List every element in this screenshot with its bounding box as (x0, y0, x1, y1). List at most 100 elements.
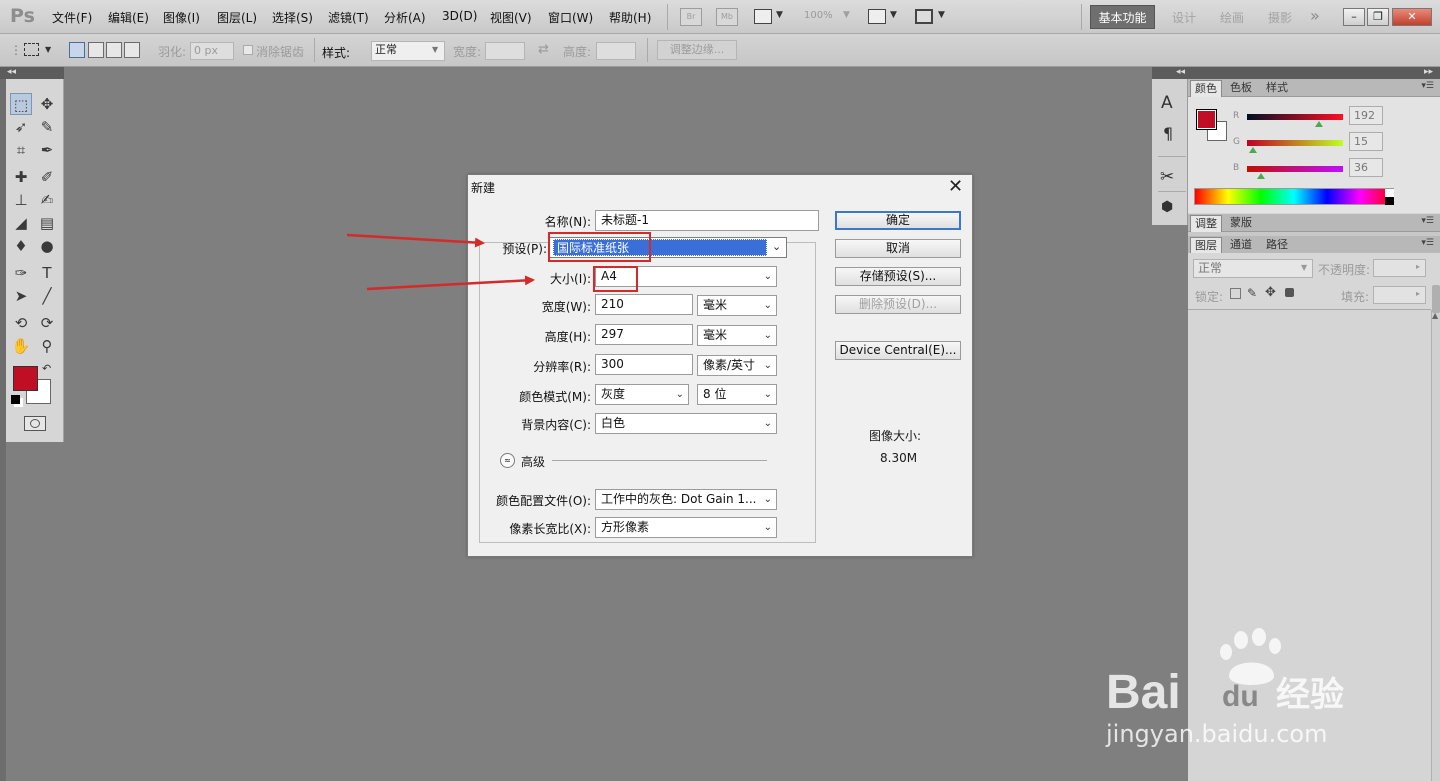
blur-tool-icon[interactable]: ♦ (10, 235, 32, 257)
zoom-tool-icon[interactable]: ⚲ (36, 335, 58, 357)
rect-marquee-tool-icon[interactable]: ⬚ (10, 93, 32, 115)
menu-3d[interactable]: 3D(D) (442, 9, 477, 23)
tab-masks[interactable]: 蒙版 (1226, 215, 1256, 232)
background-select[interactable]: 白色 ⌄ (595, 413, 777, 434)
bit-depth-select[interactable]: 8 位 ⌄ (697, 384, 777, 405)
add-to-selection-icon[interactable] (88, 42, 104, 58)
tab-swatches[interactable]: 色板 (1226, 80, 1256, 97)
height-input[interactable] (596, 42, 636, 60)
menu-analysis[interactable]: 分析(A) (384, 9, 426, 26)
device-central-button[interactable]: Device Central(E)... (835, 341, 961, 360)
close-icon[interactable]: ✕ (948, 176, 963, 197)
arrange-documents-icon[interactable] (868, 9, 886, 24)
bridge-icon[interactable]: Br (680, 8, 702, 26)
color-fg-swatch[interactable] (1196, 109, 1217, 130)
path-select-tool-icon[interactable]: ➤ (10, 285, 32, 307)
blend-mode-select[interactable]: 正常 (1193, 259, 1313, 278)
workspace-design[interactable]: 设计 (1172, 9, 1196, 26)
delete-preset-button[interactable]: 删除预设(D)... (835, 295, 961, 314)
layers-scrollbar[interactable] (1431, 310, 1440, 781)
view-extras-icon[interactable] (754, 9, 772, 24)
ok-button[interactable]: 确定 (835, 211, 961, 230)
color-profile-select[interactable]: 工作中的灰色: Dot Gain 1... ⌄ (595, 489, 777, 510)
g-slider-thumb[interactable] (1248, 147, 1257, 153)
3d-orbit-tool-icon[interactable]: ⟳ (36, 312, 58, 334)
panel-menu-icon[interactable]: ▾☰ (1421, 81, 1434, 91)
scroll-thumb[interactable] (1432, 285, 1440, 313)
chevron-down-icon[interactable]: ▼ (1301, 263, 1307, 272)
tab-adjustments[interactable]: 调整 (1190, 215, 1222, 232)
lock-transparent-icon[interactable] (1230, 288, 1241, 299)
history-brush-tool-icon[interactable]: ✍ (36, 189, 58, 211)
spectrum-black-chip[interactable] (1385, 197, 1394, 205)
chevron-right-icon[interactable]: ▸ (1416, 262, 1420, 271)
menu-window[interactable]: 窗口(W) (548, 9, 593, 26)
more-workspaces-icon[interactable]: » (1310, 6, 1320, 25)
cancel-button[interactable]: 取消 (835, 239, 961, 258)
r-value-field[interactable]: 192 (1349, 106, 1383, 125)
tab-paths[interactable]: 路径 (1262, 237, 1292, 254)
3d-panel-icon[interactable]: ⬢ (1161, 199, 1173, 215)
chevron-down-icon[interactable]: ▼ (843, 10, 850, 20)
new-selection-icon[interactable] (69, 42, 85, 58)
menu-filter[interactable]: 滤镜(T) (328, 9, 369, 26)
hand-tool-icon[interactable]: ✋ (10, 335, 32, 357)
spectrum-white-chip[interactable] (1385, 189, 1394, 197)
color-mode-select[interactable]: 灰度 ⌄ (595, 384, 689, 405)
close-button[interactable]: ✕ (1392, 8, 1432, 26)
tool-presets-icon[interactable]: ✂ (1160, 167, 1174, 187)
crop-tool-icon[interactable]: ⌗ (10, 139, 32, 161)
lasso-tool-icon[interactable]: ➶ (10, 116, 32, 138)
gradient-tool-icon[interactable]: ▤ (36, 212, 58, 234)
workspace-painting[interactable]: 绘画 (1220, 9, 1244, 26)
chevron-down-icon[interactable]: ▼ (890, 10, 897, 20)
workspace-essentials[interactable]: 基本功能 (1090, 5, 1155, 29)
eraser-tool-icon[interactable]: ◢ (10, 212, 32, 234)
menu-help[interactable]: 帮助(H) (609, 9, 651, 26)
save-preset-button[interactable]: 存储预设(S)... (835, 267, 961, 286)
expand-arrows-icon[interactable]: ▸▸ (1424, 67, 1433, 77)
collapse-arrows-icon[interactable]: ◂◂ (1176, 67, 1185, 77)
character-panel-icon[interactable]: A (1161, 93, 1173, 113)
g-value-field[interactable]: 15 (1349, 132, 1383, 151)
panel-menu-icon[interactable]: ▾☰ (1421, 216, 1434, 226)
resolution-unit-select[interactable]: 像素/英寸 ⌄ (697, 355, 777, 376)
swap-colors-icon[interactable]: ↶ (42, 362, 51, 375)
brush-tool-icon[interactable]: ✐ (36, 166, 58, 188)
r-slider-thumb[interactable] (1315, 121, 1324, 127)
panel-menu-icon[interactable]: ▾☰ (1421, 238, 1434, 248)
advanced-label[interactable]: 高级 (521, 453, 545, 470)
pen-tool-icon[interactable]: ✑ (10, 262, 32, 284)
menu-image[interactable]: 图像(I) (163, 9, 200, 26)
refine-edge-button[interactable]: 调整边缘... (657, 40, 737, 60)
collapse-arrows-icon[interactable]: ◂◂ (7, 67, 16, 77)
minimize-button[interactable]: – (1343, 8, 1365, 26)
advanced-toggle-icon[interactable]: ≈ (500, 453, 515, 468)
screen-mode-icon[interactable] (915, 9, 933, 24)
mini-bridge-icon[interactable]: Mb (716, 8, 738, 26)
healing-brush-tool-icon[interactable]: ✚ (10, 166, 32, 188)
height-unit-select[interactable]: 毫米 ⌄ (697, 325, 777, 346)
clone-stamp-tool-icon[interactable]: ⊥ (10, 189, 32, 211)
restore-button[interactable]: ❐ (1367, 8, 1389, 26)
menu-select[interactable]: 选择(S) (272, 9, 313, 26)
lock-all-icon[interactable] (1285, 288, 1294, 297)
height-input[interactable]: 297 (595, 324, 693, 345)
color-spectrum-bar[interactable] (1194, 188, 1394, 205)
lock-position-icon[interactable]: ✥ (1265, 285, 1276, 300)
feather-input[interactable]: 0 px (190, 42, 234, 60)
tab-color[interactable]: 颜色 (1190, 80, 1222, 97)
quick-select-tool-icon[interactable]: ✎ (36, 116, 58, 138)
line-tool-icon[interactable]: ╱ (36, 285, 58, 307)
marquee-preset-icon[interactable] (24, 43, 39, 56)
workspace-photography[interactable]: 摄影 (1268, 9, 1292, 26)
type-tool-icon[interactable]: T (36, 262, 58, 284)
width-input[interactable]: 210 (595, 294, 693, 315)
paragraph-panel-icon[interactable]: ¶ (1163, 124, 1173, 143)
chevron-down-icon[interactable]: ⌄ (772, 240, 781, 253)
tab-channels[interactable]: 通道 (1226, 237, 1256, 254)
b-slider-thumb[interactable] (1256, 173, 1265, 179)
width-input[interactable] (485, 42, 525, 60)
swap-arrows-icon[interactable]: ⇄ (538, 42, 549, 57)
menu-view[interactable]: 视图(V) (490, 9, 532, 26)
